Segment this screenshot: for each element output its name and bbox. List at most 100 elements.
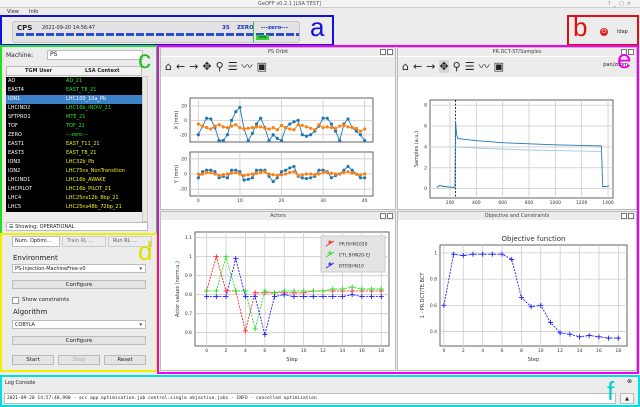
objective-xtick-label: 10 (538, 348, 544, 354)
objective-xtick-label: 4 (481, 348, 484, 354)
orbit-y-xtick-label: 20 (279, 198, 285, 204)
orbit-x-data-point (250, 131, 254, 135)
actors-ylabel: Actor values (norm.u.) (175, 261, 181, 317)
orbit-y-data-point (209, 170, 213, 175)
close-log-icon[interactable]: ⊗ (627, 378, 632, 385)
orbit-y-data-point (358, 173, 363, 177)
orbit-x-data-point (333, 126, 338, 130)
orbit-x-data-point (259, 116, 263, 120)
orbit-y-data-point (250, 172, 254, 176)
orbit-y-data-point (271, 179, 275, 184)
objective-ytick-label: 1 (434, 250, 437, 256)
orbit-x-data-point (250, 125, 254, 130)
orbit-x-data-point (313, 128, 317, 132)
orbit-x-data-point (200, 124, 205, 128)
samples-axes (429, 99, 614, 199)
orbit-y-data-point (242, 178, 246, 182)
actors-xtick-label: 6 (263, 348, 266, 354)
objective-ytick-label: 0.4 (430, 329, 437, 335)
samples-ytick-label: 4 (424, 144, 427, 150)
orbit-x-ytick-label: 20 (181, 103, 187, 109)
orbit-x-data-point (363, 127, 367, 131)
orbit-x-data-point (234, 123, 238, 127)
orbit-x-data-point (329, 125, 334, 130)
orbit-x-data-point (213, 124, 217, 128)
orbit-x-data-point (288, 127, 292, 131)
orbit-x-data-point (363, 138, 367, 143)
actors-xlabel: Step (286, 357, 297, 363)
orbit-x-data-point (321, 125, 325, 130)
orbit-y-data-point (213, 172, 217, 176)
actors-xtick-label: 16 (359, 348, 365, 354)
orbit-y-data-point (288, 166, 292, 170)
orbit-x-data-point (275, 136, 279, 140)
actors-ytick-label: 0.6 (185, 330, 192, 336)
orbit-x-data-point (296, 123, 300, 127)
orbit-x-data-point (288, 122, 292, 126)
orbit-x-data-point (350, 125, 354, 130)
objective-xlabel: Step (528, 357, 539, 363)
orbit-y-data-point (354, 172, 358, 176)
orbit-x-data-point (238, 125, 242, 130)
orbit-y-data-point (288, 170, 292, 175)
orbit-y-data-point (325, 170, 329, 175)
orbit-y-data-point (309, 172, 313, 176)
orbit-y-data-point (234, 170, 238, 175)
log-console-title: Log Console (5, 380, 36, 386)
orbit-y-data-point (271, 173, 275, 177)
log-output[interactable]: 2021-09-20 14:57:48,990 - acc app optimi… (4, 393, 616, 404)
orbit-y-data-point (346, 164, 350, 169)
orbit-y-data-point (304, 176, 309, 181)
orbit-x-data-point (234, 110, 238, 114)
objective-xtick-label: 16 (596, 348, 602, 354)
actors-ytick-label: 1.1 (185, 235, 192, 241)
orbit-x-data-point (217, 138, 221, 143)
orbit-y-ylabel: Y (mm) (174, 165, 180, 184)
orbit-y-data-point (363, 176, 367, 180)
samples-xtick-label: 1400 (602, 200, 614, 206)
orbit-y-data-point (254, 171, 259, 175)
samples-ytick-label: 6 (424, 124, 427, 130)
orbit-y-data-point (300, 176, 304, 180)
orbit-x-data-point (225, 125, 230, 130)
samples-xtick-label: 1000 (550, 200, 562, 206)
orbit-x-data-point (329, 122, 334, 126)
objective-xtick-label: 6 (501, 348, 504, 354)
orbit-y-data-point (246, 177, 250, 181)
orbit-y-ytick-label: 0 (184, 172, 187, 178)
log-scroll-up[interactable]: ▲ (620, 393, 634, 404)
objective-title: Objective function (501, 235, 565, 243)
samples-ylabel: Samples (a.u.) (414, 131, 420, 167)
orbit-x-ylabel: X (mm) (174, 111, 180, 130)
orbit-y-data-point (229, 168, 234, 172)
orbit-x-data-point (229, 124, 234, 128)
orbit-y-data-point (225, 172, 230, 176)
orbit-x-data-point (338, 124, 342, 128)
orbit-x-data-point (271, 125, 275, 130)
actors-ytick-label: 0.9 (185, 273, 192, 279)
charts-layer: 200-20X (mm)200-200 10 20 30 40Y (mm)0246820… (174, 97, 628, 363)
orbit-x-data-point (196, 122, 200, 126)
orbit-y-data-point (321, 170, 325, 175)
samples-xtick-label: 1200 (576, 200, 588, 206)
orbit-y-ytick-label: -20 (180, 187, 187, 193)
orbit-x-data-point (254, 125, 259, 129)
orbit-y-data-point (238, 172, 242, 176)
samples-ytick-label: 0 (424, 186, 427, 192)
samples-xtick-label: 600 (498, 200, 507, 206)
orbit-x-data-point (309, 133, 313, 137)
orbit-y-data-point (317, 172, 321, 176)
orbit-x-data-point (225, 133, 230, 137)
orbit-x-data-point (338, 138, 342, 143)
orbit-y-data-point (275, 173, 279, 178)
orbit-y-data-point (300, 173, 304, 177)
orbit-x-data-point (259, 125, 263, 129)
orbit-x-data-point (217, 123, 221, 127)
orbit-y-data-point (284, 168, 288, 172)
orbit-x-data-point (229, 118, 234, 122)
actors-legend-label: ETL.BHN20-EJ (339, 253, 370, 259)
actors-xtick-label: 8 (283, 348, 286, 354)
orbit-x-data-point (342, 123, 346, 128)
samples-xtick-label: 400 (472, 200, 481, 206)
orbit-y-data-point (309, 176, 313, 180)
